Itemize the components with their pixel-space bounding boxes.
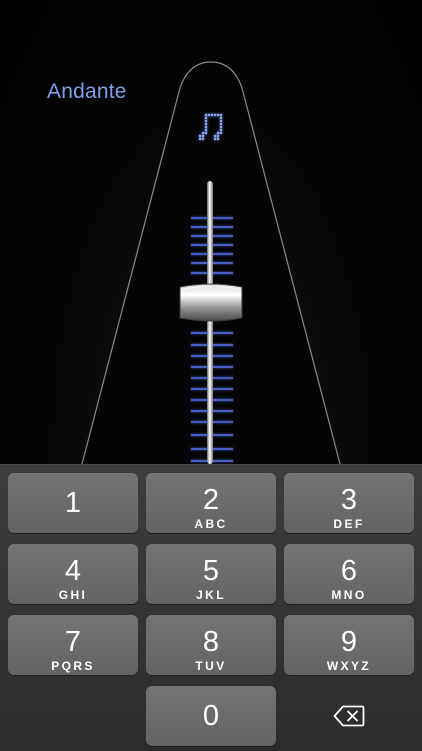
pendulum-rod <box>207 181 213 464</box>
key-digit: 8 <box>202 626 220 658</box>
key-digit: 7 <box>64 626 82 658</box>
key-digit: 9 <box>340 626 358 658</box>
key-digit: 4 <box>64 555 82 587</box>
metronome-display: Andante <box>0 0 422 464</box>
backspace-icon <box>333 705 365 727</box>
key-letters: WXYZ <box>326 659 372 673</box>
key-letters: TUV <box>195 659 227 673</box>
key-letters: GHI <box>58 588 88 602</box>
key-letters: ABC <box>194 517 228 531</box>
delete-button[interactable] <box>284 686 414 746</box>
key-digit: 3 <box>340 484 358 516</box>
key-digit: 2 <box>202 484 220 516</box>
key-digit: 1 <box>64 487 82 519</box>
key-letters: PQRS <box>51 659 95 673</box>
key-4[interactable]: 4 GHI <box>8 544 138 604</box>
metronome-body <box>81 61 341 464</box>
key-0[interactable]: 0 <box>146 686 276 746</box>
key-1[interactable]: 1 <box>8 473 138 533</box>
key-5[interactable]: 5 JKL <box>146 544 276 604</box>
key-letters: DEF <box>333 517 365 531</box>
key-letters: JKL <box>196 588 226 602</box>
key-2[interactable]: 2 ABC <box>146 473 276 533</box>
key-9[interactable]: 9 WXYZ <box>284 615 414 675</box>
key-8[interactable]: 8 TUV <box>146 615 276 675</box>
numeric-keypad: 1 2 ABC 3 DEF 4 GHI 5 JKL 6 MNO 7 PQRS 8… <box>0 464 422 751</box>
key-7[interactable]: 7 PQRS <box>8 615 138 675</box>
key-6[interactable]: 6 MNO <box>284 544 414 604</box>
key-digit: 5 <box>202 555 220 587</box>
key-digit: 6 <box>340 555 358 587</box>
key-3[interactable]: 3 DEF <box>284 473 414 533</box>
key-letters: MNO <box>331 588 367 602</box>
key-digit: 0 <box>202 700 220 732</box>
weight-slider-icon <box>179 283 243 322</box>
